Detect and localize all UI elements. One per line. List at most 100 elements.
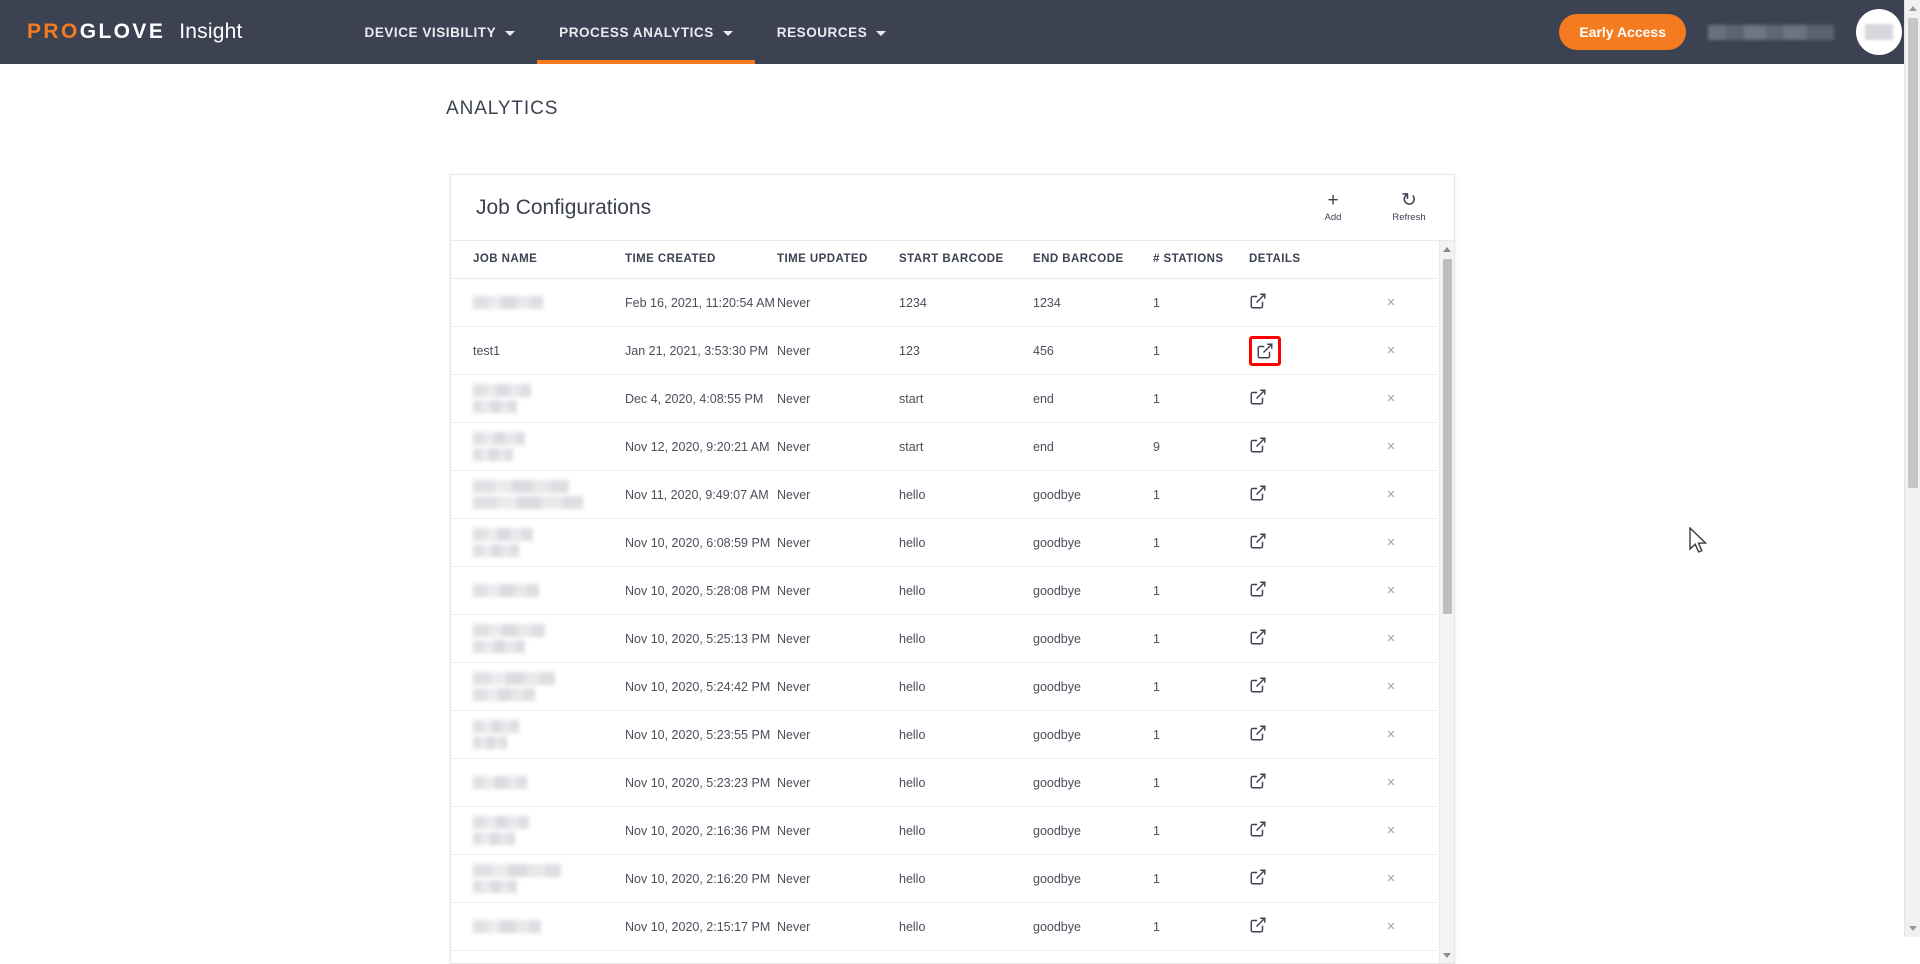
avatar[interactable] <box>1856 9 1902 55</box>
close-icon[interactable]: × <box>1387 870 1396 887</box>
close-icon[interactable]: × <box>1387 486 1396 503</box>
cell-start-barcode: hello <box>899 470 1033 519</box>
cell-end-barcode: goodbye <box>1033 758 1153 807</box>
cell-details <box>1249 902 1345 951</box>
table-row[interactable]: Nov 10, 2020, 6:08:59 PM Never hello goodby… <box>451 518 1437 567</box>
external-link-icon[interactable] <box>1249 820 1267 838</box>
column-header-time-updated[interactable]: TIME UPDATED <box>777 241 899 279</box>
scroll-down-arrow-icon[interactable] <box>1443 953 1451 958</box>
close-icon[interactable]: × <box>1387 630 1396 647</box>
details-button[interactable] <box>1249 388 1267 406</box>
details-button[interactable] <box>1249 676 1267 694</box>
table-row[interactable]: Dec 4, 2020, 4:08:55 PM Never start end 1 × <box>451 374 1437 423</box>
details-button-highlight[interactable] <box>1249 335 1281 366</box>
table-row[interactable]: Nov 10, 2020, 2:16:36 PM Never hello goodby… <box>451 806 1437 855</box>
close-icon[interactable]: × <box>1387 678 1396 695</box>
table-row[interactable]: test1 Jan 21, 2021, 3:53:30 PM Never 123 456… <box>451 326 1437 375</box>
close-icon[interactable]: × <box>1387 390 1396 407</box>
external-link-icon[interactable] <box>1249 628 1267 646</box>
early-access-button[interactable]: Early Access <box>1559 14 1686 50</box>
details-button[interactable] <box>1249 820 1267 838</box>
external-link-icon[interactable] <box>1249 916 1267 934</box>
brand-pro-text: PRO <box>27 20 80 43</box>
column-header-end-barcode[interactable]: END BARCODE <box>1033 241 1153 279</box>
details-button[interactable] <box>1249 628 1267 646</box>
window-vertical-scrollbar[interactable] <box>1904 0 1920 937</box>
column-header-job-name[interactable]: JOB NAME <box>451 241 625 279</box>
page-body: ANALYTICS Job Configurations + Add ↻ Ref… <box>0 64 1920 964</box>
table-row[interactable]: Nov 12, 2020, 9:20:21 AM Never start end 9 × <box>451 422 1437 471</box>
column-header-start-barcode[interactable]: START BARCODE <box>899 241 1033 279</box>
table-row[interactable]: Feb 16, 2021, 11:20:54 AM Never 1234 1234 1 × <box>451 278 1437 327</box>
cell-delete: × <box>1345 662 1437 711</box>
table-row[interactable]: Nov 10, 2020, 5:23:55 PM Never hello goodby… <box>451 710 1437 759</box>
cell-time-updated: Never <box>777 278 899 327</box>
external-link-icon[interactable] <box>1249 388 1267 406</box>
close-icon[interactable]: × <box>1387 918 1396 935</box>
window-scrollbar-thumb[interactable] <box>1908 18 1918 488</box>
details-button[interactable] <box>1249 772 1267 790</box>
nav-right-cluster: Early Access <box>1559 9 1902 55</box>
details-button[interactable] <box>1249 580 1267 598</box>
details-button[interactable] <box>1249 916 1267 934</box>
table-row[interactable]: Nov 10, 2020, 2:16:20 PM Never hello goodby… <box>451 854 1437 903</box>
external-link-icon[interactable] <box>1249 724 1267 742</box>
window-scroll-up-arrow-icon[interactable] <box>1909 6 1917 11</box>
close-icon[interactable]: × <box>1387 342 1396 359</box>
details-button[interactable] <box>1249 724 1267 742</box>
details-button[interactable] <box>1249 292 1267 310</box>
close-icon[interactable]: × <box>1387 726 1396 743</box>
table-row[interactable]: Nov 10, 2020, 5:28:08 PM Never hello goodby… <box>451 566 1437 615</box>
nav-item-resources[interactable]: RESOURCES <box>755 0 908 64</box>
external-link-icon[interactable] <box>1249 676 1267 694</box>
external-link-icon[interactable] <box>1249 532 1267 550</box>
column-header-details[interactable]: DETAILS <box>1249 241 1345 279</box>
user-name-redacted <box>1708 24 1834 40</box>
close-icon[interactable]: × <box>1387 534 1396 551</box>
brand-logo[interactable]: PRO GLOVE Insight <box>27 20 243 44</box>
external-link-icon[interactable] <box>1256 342 1274 360</box>
close-icon[interactable]: × <box>1387 822 1396 839</box>
cell-job-name <box>451 374 625 423</box>
external-link-icon[interactable] <box>1249 484 1267 502</box>
cell-delete: × <box>1345 758 1437 807</box>
details-button[interactable] <box>1249 484 1267 502</box>
cell-details <box>1249 422 1345 471</box>
redacted-job-name <box>473 448 513 461</box>
external-link-icon[interactable] <box>1249 292 1267 310</box>
external-link-icon[interactable] <box>1249 868 1267 886</box>
add-button[interactable]: + Add <box>1312 191 1354 223</box>
cell-stations: 1 <box>1153 278 1249 327</box>
close-icon[interactable]: × <box>1387 582 1396 599</box>
table-row[interactable]: Nov 11, 2020, 9:49:07 AM Never hello goodby… <box>451 470 1437 519</box>
refresh-icon: ↻ <box>1401 190 1417 211</box>
scroll-up-arrow-icon[interactable] <box>1443 247 1451 252</box>
cell-end-barcode: goodbye <box>1033 614 1153 663</box>
external-link-icon[interactable] <box>1249 580 1267 598</box>
column-header-stations[interactable]: # STATIONS <box>1153 241 1249 279</box>
table-row[interactable]: Nov 10, 2020, 5:23:23 PM Never hello goodby… <box>451 758 1437 807</box>
column-header-time-created[interactable]: TIME CREATED <box>625 241 777 279</box>
table-row[interactable]: Nov 10, 2020, 2:15:17 PM Never hello goodby… <box>451 902 1437 951</box>
table-row[interactable]: Nov 10, 2020, 5:24:42 PM Never hello goodby… <box>451 662 1437 711</box>
refresh-button[interactable]: ↻ Refresh <box>1388 190 1430 223</box>
close-icon[interactable]: × <box>1387 774 1396 791</box>
cell-time-created: Nov 10, 2020, 5:28:08 PM <box>625 566 777 615</box>
cell-time-created: Dec 4, 2020, 4:08:55 PM <box>625 374 777 423</box>
close-icon[interactable]: × <box>1387 294 1396 311</box>
nav-item-device-visibility[interactable]: DEVICE VISIBILITY <box>343 0 538 64</box>
nav-item-process-analytics[interactable]: PROCESS ANALYTICS <box>537 0 755 64</box>
cell-stations: 9 <box>1153 422 1249 471</box>
details-button[interactable] <box>1249 868 1267 886</box>
external-link-icon[interactable] <box>1249 772 1267 790</box>
cell-delete: × <box>1345 278 1437 327</box>
table-row[interactable]: Nov 10, 2020, 5:25:13 PM Never hello goodby… <box>451 614 1437 663</box>
details-button[interactable] <box>1249 436 1267 454</box>
table-vertical-scrollbar[interactable] <box>1439 241 1454 963</box>
window-scroll-down-arrow-icon[interactable] <box>1909 926 1917 931</box>
cell-time-updated: Never <box>777 470 899 519</box>
details-button[interactable] <box>1249 532 1267 550</box>
close-icon[interactable]: × <box>1387 438 1396 455</box>
external-link-icon[interactable] <box>1249 436 1267 454</box>
table-scrollbar-thumb[interactable] <box>1443 259 1452 614</box>
